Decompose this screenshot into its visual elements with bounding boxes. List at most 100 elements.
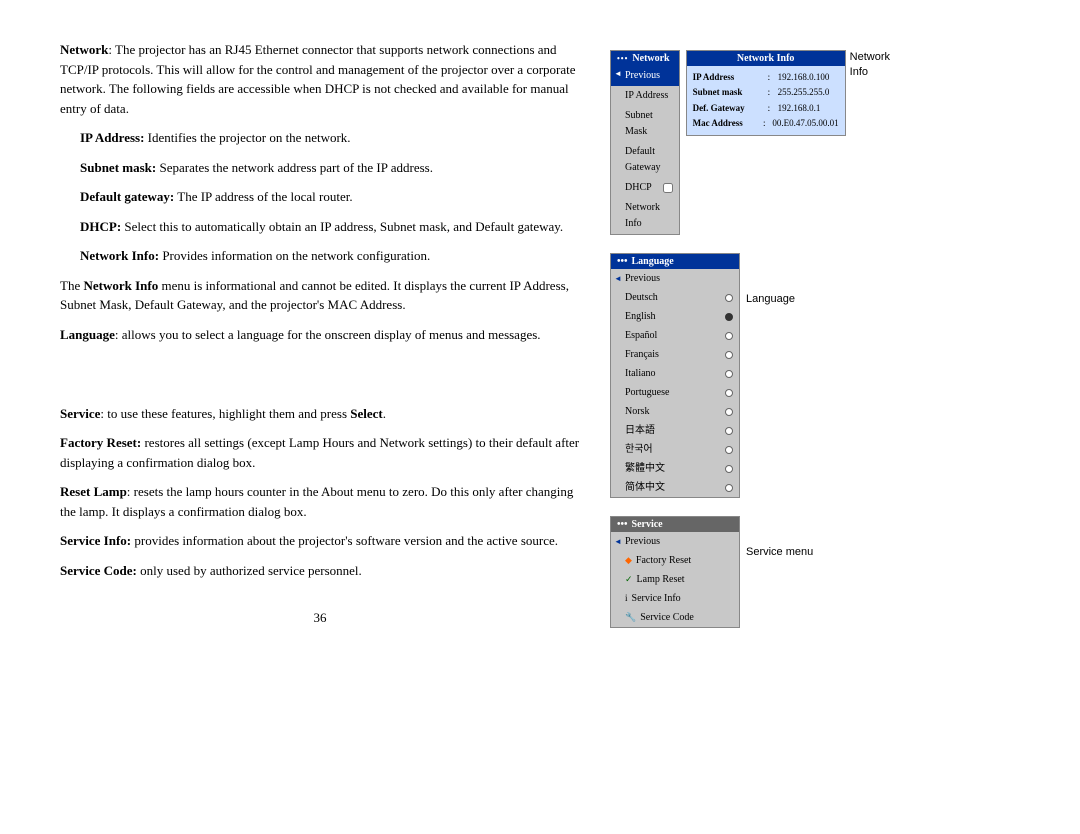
info-mac-value: 00.E0.47.05.00.01 bbox=[772, 116, 838, 131]
network-info-panel-body: IP Address : 192.168.0.100 Subnet mask :… bbox=[687, 66, 845, 135]
lang-previous-item[interactable]: Previous bbox=[611, 269, 739, 288]
subnet-mask-para: Subnet mask: Separates the network addre… bbox=[80, 158, 580, 178]
network-bold: Network bbox=[60, 42, 108, 57]
lang-italiano-label: Italiano bbox=[625, 365, 656, 382]
network-subnet-item[interactable]: Subnet Mask bbox=[611, 106, 679, 142]
lang-simplified-chinese-label: 简体中文 bbox=[625, 479, 665, 496]
svc-previous-label: Previous bbox=[625, 533, 660, 550]
service-menu: ••• Service Previous ◆ Factory Reset ✓ L… bbox=[610, 516, 740, 628]
network-dhcp-item[interactable]: DHCP bbox=[611, 178, 679, 198]
header-dots: ••• bbox=[617, 54, 628, 63]
lang-japanese-item[interactable]: 日本語 bbox=[611, 421, 739, 440]
network-info-section: Network Info IP Address : 192.168.0.100 … bbox=[686, 50, 890, 136]
service-info-bold: Service Info: bbox=[60, 533, 131, 548]
subnet-mask-bold: Subnet mask: bbox=[80, 160, 156, 175]
network-info-para: Network Info: Provides information on th… bbox=[80, 246, 580, 266]
lang-simplified-chinese-item[interactable]: 简体中文 bbox=[611, 478, 739, 497]
info-subnet-value: 255.255.255.0 bbox=[778, 85, 839, 100]
ip-address-para: IP Address: Identifies the projector on … bbox=[80, 128, 580, 148]
svc-previous-item[interactable]: Previous bbox=[611, 532, 739, 551]
dhcp-label: DHCP bbox=[625, 180, 652, 196]
svc-service-info-label: Service Info bbox=[632, 590, 681, 607]
lang-korean-item[interactable]: 한국어 bbox=[611, 440, 739, 459]
language-para: Language: allows you to select a languag… bbox=[60, 325, 580, 345]
lang-japanese-radio bbox=[725, 427, 733, 435]
lang-english-radio bbox=[725, 313, 733, 321]
info-mac-colon: : bbox=[763, 116, 772, 131]
lang-espanol-item[interactable]: Español bbox=[611, 326, 739, 345]
network-gateway-item[interactable]: Default Gateway bbox=[611, 142, 679, 178]
info-gateway-label: Def. Gateway bbox=[693, 101, 768, 116]
language-section: ••• Language Previous Deutsch English Es… bbox=[610, 253, 890, 498]
page-number: 36 bbox=[60, 610, 580, 626]
network-info-detail-bold: Network Info bbox=[83, 278, 158, 293]
network-ip-item[interactable]: IP Address bbox=[611, 86, 679, 106]
right-column: ••• Network Previous IP Address Subnet M… bbox=[610, 40, 890, 628]
dhcp-checkbox[interactable] bbox=[663, 183, 673, 193]
dhcp-bold: DHCP: bbox=[80, 219, 121, 234]
info-gateway-value: 192.168.0.1 bbox=[778, 101, 839, 116]
service-para: Service: to use these features, highligh… bbox=[60, 404, 580, 424]
info-gateway-colon: : bbox=[768, 101, 778, 116]
info-gateway-row: Def. Gateway : 192.168.0.1 bbox=[693, 101, 839, 116]
lang-norsk-radio bbox=[725, 408, 733, 416]
network-info-panel: Network Info IP Address : 192.168.0.100 … bbox=[686, 50, 846, 136]
lang-francais-item[interactable]: Français bbox=[611, 345, 739, 364]
service-menu-title: Service bbox=[632, 519, 663, 530]
svc-factory-reset-item[interactable]: ◆ Factory Reset bbox=[611, 551, 739, 570]
lang-norsk-label: Norsk bbox=[625, 403, 649, 420]
lang-english-item[interactable]: English bbox=[611, 307, 739, 326]
lang-espanol-radio bbox=[725, 332, 733, 340]
language-menu: ••• Language Previous Deutsch English Es… bbox=[610, 253, 740, 498]
lang-traditional-chinese-item[interactable]: 繁體中文 bbox=[611, 459, 739, 478]
network-menu: ••• Network Previous IP Address Subnet M… bbox=[610, 50, 680, 235]
service-bold: Service bbox=[60, 406, 100, 421]
lang-previous-label: Previous bbox=[625, 270, 660, 287]
network-info-label: NetworkInfo bbox=[850, 50, 890, 81]
wrench-icon: 🔧 bbox=[625, 610, 636, 625]
network-intro-para: Network: The projector has an RJ45 Ether… bbox=[60, 40, 580, 118]
network-previous-item[interactable]: Previous bbox=[611, 66, 679, 86]
service-section: ••• Service Previous ◆ Factory Reset ✓ L… bbox=[610, 516, 890, 628]
info-ip-colon: : bbox=[768, 70, 778, 85]
diamond-icon: ◆ bbox=[625, 553, 632, 568]
lang-korean-label: 한국어 bbox=[625, 441, 653, 458]
lang-deutsch-item[interactable]: Deutsch bbox=[611, 288, 739, 307]
network-info-detail-para: The Network Info menu is informational a… bbox=[60, 276, 580, 315]
language-menu-header: ••• Language bbox=[611, 254, 739, 269]
reset-lamp-para: Reset Lamp: resets the lamp hours counte… bbox=[60, 482, 580, 521]
lang-italiano-item[interactable]: Italiano bbox=[611, 364, 739, 383]
svc-lamp-reset-item[interactable]: ✓ Lamp Reset bbox=[611, 570, 739, 589]
network-section: ••• Network Previous IP Address Subnet M… bbox=[610, 50, 890, 235]
lang-portuguese-item[interactable]: Portuguese bbox=[611, 383, 739, 402]
lang-francais-label: Français bbox=[625, 346, 659, 363]
lang-english-label: English bbox=[625, 308, 656, 325]
info-subnet-colon: : bbox=[768, 85, 778, 100]
service-code-para: Service Code: only used by authorized se… bbox=[60, 561, 580, 581]
info-subnet-row: Subnet mask : 255.255.255.0 bbox=[693, 85, 839, 100]
svc-header-dots: ••• bbox=[617, 519, 628, 530]
info-ip-label: IP Address bbox=[693, 70, 768, 85]
check-icon: ✓ bbox=[625, 572, 633, 587]
language-label: Language bbox=[746, 293, 795, 305]
info-subnet-label: Subnet mask bbox=[693, 85, 768, 100]
svc-service-code-item[interactable]: 🔧 Service Code bbox=[611, 608, 739, 627]
network-info-item[interactable]: Network Info bbox=[611, 198, 679, 234]
page-layout: Network: The projector has an RJ45 Ether… bbox=[60, 40, 1020, 628]
select-bold: Select bbox=[350, 406, 382, 421]
service-menu-header: ••• Service bbox=[611, 517, 739, 532]
info-ip-value: 192.168.0.100 bbox=[778, 70, 839, 85]
info-mac-label: Mac Address bbox=[693, 116, 763, 131]
info-mac-row: Mac Address : 00.E0.47.05.00.01 bbox=[693, 116, 839, 131]
lang-traditional-chinese-label: 繁體中文 bbox=[625, 460, 665, 477]
dhcp-para: DHCP: Select this to automatically obtai… bbox=[80, 217, 580, 237]
svc-lamp-reset-label: Lamp Reset bbox=[637, 571, 685, 588]
reset-lamp-bold: Reset Lamp bbox=[60, 484, 127, 499]
network-menu-title: Network bbox=[632, 53, 669, 64]
service-label: Service menu bbox=[746, 546, 813, 558]
num-icon: i bbox=[625, 591, 628, 606]
svc-service-info-item[interactable]: i Service Info bbox=[611, 589, 739, 608]
svc-service-code-label: Service Code bbox=[640, 609, 694, 626]
lang-norsk-item[interactable]: Norsk bbox=[611, 402, 739, 421]
lang-korean-radio bbox=[725, 446, 733, 454]
